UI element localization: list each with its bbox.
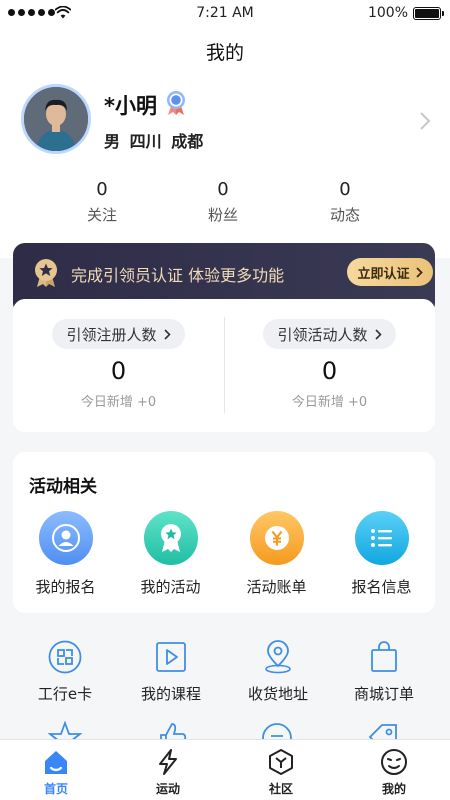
- stat-posts[interactable]: 0 动态: [300, 179, 390, 225]
- chevron-right-icon: [374, 328, 382, 340]
- tab-mine[interactable]: 我的: [338, 748, 450, 797]
- status-bar: 7:21 AM 100%: [0, 0, 450, 28]
- tool-label: 收货地址: [247, 685, 308, 703]
- user-gender: 男: [104, 132, 121, 151]
- play-icon: [156, 642, 186, 672]
- stat-value: 0: [339, 179, 351, 200]
- lightning-icon: [159, 749, 177, 775]
- tab-label: 首页: [43, 782, 68, 796]
- activity-item-label: 我的报名: [35, 578, 96, 596]
- lead-activities: 引领活动人数 0 今日新增 +0: [224, 319, 435, 410]
- tab-sports[interactable]: 运动: [112, 748, 224, 797]
- avatar[interactable]: [21, 84, 91, 154]
- my-registrations-item[interactable]: 我的报名: [13, 511, 118, 597]
- lead-activities-button[interactable]: 引领活动人数: [263, 319, 396, 349]
- bag-icon: [371, 641, 397, 672]
- user-icon: [38, 511, 93, 565]
- tool-label: 商城订单: [353, 685, 414, 703]
- tab-community[interactable]: 社区: [225, 748, 337, 797]
- bottom-tab-bar: 首页 运动 社区 我的: [0, 739, 450, 800]
- location-icon: [265, 640, 291, 674]
- chevron-right-icon: [415, 266, 423, 278]
- card-icon: [48, 640, 82, 674]
- user-location: 男 四川 成都: [104, 128, 203, 152]
- certify-now-button[interactable]: 立即认证: [347, 258, 433, 286]
- cube-icon: [269, 749, 293, 775]
- my-courses-item[interactable]: 我的课程: [115, 639, 227, 704]
- lead-stats-card: 引领注册人数 0 今日新增 +0 引领活动人数 0 今日新增 +0: [13, 299, 435, 432]
- activity-card: 活动相关 我的报名 我的活动 活动账单 报名信息: [13, 452, 435, 613]
- activity-item-label: 报名信息: [351, 578, 412, 596]
- medal-badge-icon: [167, 91, 185, 115]
- stat-value: 0: [217, 179, 229, 200]
- icbc-ecard-item[interactable]: 工行e卡: [9, 639, 121, 704]
- profile-screen: 7:21 AM 100% 我的 *小明 男 四川 成都 0 关注 0 粉丝 0 …: [0, 0, 450, 800]
- certify-now-label: 立即认证: [357, 266, 410, 282]
- tab-home[interactable]: 首页: [0, 748, 112, 797]
- user-province: 四川: [129, 132, 162, 151]
- user-city: 成都: [171, 132, 204, 151]
- tool-label: 我的课程: [140, 685, 201, 703]
- battery-icon: [413, 7, 444, 20]
- stat-label: 粉丝: [207, 206, 238, 224]
- list-icon: [354, 511, 409, 565]
- lead-activities-label: 引领活动人数: [277, 325, 368, 344]
- activity-section-title: 活动相关: [29, 477, 97, 497]
- certification-text: 完成引领员认证 体验更多功能: [71, 266, 285, 285]
- tab-label: 运动: [155, 782, 180, 796]
- chevron-right-icon: [163, 328, 171, 340]
- face-icon: [381, 749, 407, 775]
- stat-following[interactable]: 0 关注: [57, 179, 147, 225]
- shipping-address-item[interactable]: 收货地址: [222, 639, 334, 704]
- lead-registrations-label: 引领注册人数: [66, 325, 157, 344]
- lead-activities-today: 今日新增 +0: [291, 395, 368, 410]
- stat-followers[interactable]: 0 粉丝: [178, 179, 268, 225]
- lead-registrations-button[interactable]: 引领注册人数: [52, 319, 185, 349]
- activity-item-label: 我的活动: [140, 578, 201, 596]
- lead-registrations-count: 0: [110, 357, 127, 385]
- tab-label: 我的: [381, 782, 406, 796]
- lead-registrations: 引领注册人数 0 今日新增 +0: [13, 319, 224, 410]
- star-medal-icon: [35, 259, 57, 287]
- my-activities-item[interactable]: 我的活动: [118, 511, 223, 597]
- home-icon: [45, 751, 67, 774]
- registration-info-item[interactable]: 报名信息: [329, 511, 434, 597]
- avatar-person-icon: [24, 87, 88, 151]
- page-title: 我的: [205, 42, 244, 64]
- stat-label: 关注: [86, 206, 117, 224]
- chevron-right-icon[interactable]: [418, 111, 432, 131]
- tab-label: 社区: [268, 782, 293, 796]
- stat-label: 动态: [329, 206, 360, 224]
- lead-registrations-today: 今日新增 +0: [80, 395, 157, 410]
- yen-icon: [249, 511, 304, 565]
- activity-bill-item[interactable]: 活动账单: [224, 511, 329, 597]
- activity-item-label: 活动账单: [246, 578, 307, 596]
- lead-activities-count: 0: [321, 357, 338, 385]
- tool-label: 工行e卡: [37, 685, 93, 703]
- battery-percentage: 100%: [367, 5, 408, 21]
- award-icon: [143, 511, 198, 565]
- stat-value: 0: [96, 179, 108, 200]
- username: *小明: [104, 94, 157, 118]
- mall-orders-item[interactable]: 商城订单: [328, 639, 440, 704]
